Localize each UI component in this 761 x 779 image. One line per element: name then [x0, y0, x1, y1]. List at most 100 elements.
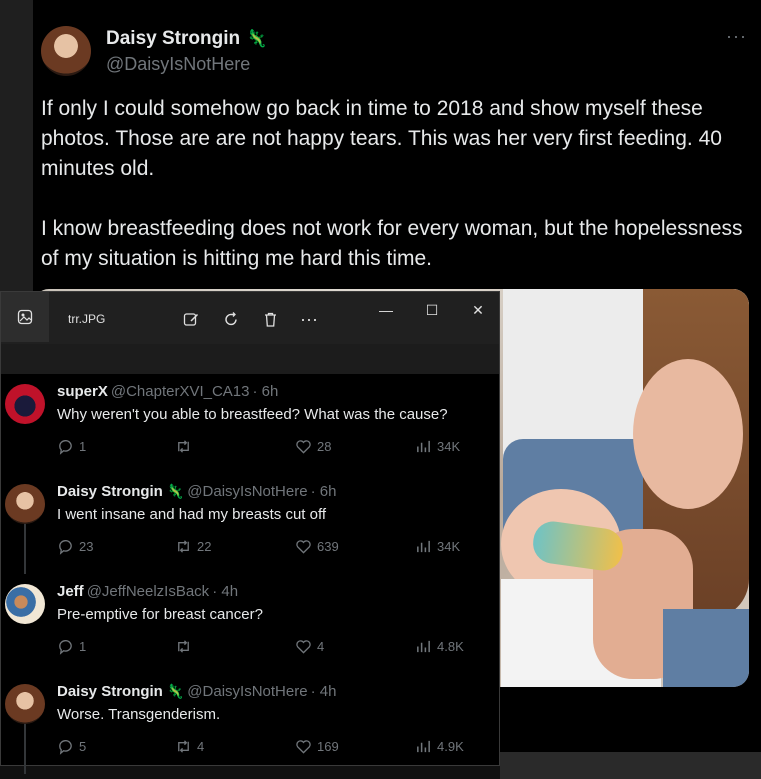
- reply-author-handle[interactable]: @DaisyIsNotHere: [187, 683, 307, 700]
- reply-button[interactable]: 5: [57, 738, 86, 755]
- maximize-button[interactable]: ☐: [417, 300, 447, 320]
- action-count: 4: [197, 739, 205, 754]
- photos-app-icon[interactable]: [1, 292, 49, 342]
- file-name: trr.JPG: [68, 312, 106, 326]
- reply-author-handle[interactable]: @DaisyIsNotHere: [187, 483, 307, 500]
- action-count: 34K: [437, 439, 461, 454]
- reply-text: Why weren't you able to breastfeed? What…: [57, 406, 448, 423]
- reply-icon: [57, 638, 74, 655]
- repost-button[interactable]: 22: [175, 538, 211, 555]
- reply-button[interactable]: 23: [57, 538, 93, 555]
- action-count: 1: [79, 439, 87, 454]
- reply-author-name[interactable]: Jeff: [57, 583, 84, 600]
- photo-face: [633, 359, 743, 509]
- reply-author-handle[interactable]: @JeffNeelzIsBack: [87, 583, 210, 600]
- reply-timestamp[interactable]: · 6h: [311, 483, 337, 500]
- like-button[interactable]: 4: [295, 638, 324, 655]
- lizard-icon: 🦎: [246, 29, 268, 48]
- reply-item[interactable]: Daisy Strongin 🦎 @DaisyIsNotHere · 6h I went…: [1, 474, 499, 574]
- more-options-icon[interactable]: ···: [299, 309, 319, 329]
- views-button[interactable]: 4.8K: [415, 638, 464, 655]
- action-count: 22: [197, 539, 212, 554]
- reply-button[interactable]: 1: [57, 638, 86, 655]
- reply-button[interactable]: 1: [57, 438, 86, 455]
- lizard-icon: 🦎: [166, 483, 185, 499]
- action-count: 23: [79, 539, 94, 554]
- reply-header: Daisy Strongin 🦎 @DaisyIsNotHere · 4h: [57, 683, 336, 700]
- tweet-paragraph: If only I could somehow go back in time …: [41, 97, 722, 180]
- avatar[interactable]: [41, 26, 91, 76]
- views-icon: [415, 738, 432, 755]
- repost-button[interactable]: 4: [175, 738, 204, 755]
- action-count: 4.8K: [437, 639, 464, 654]
- close-button[interactable]: ✕: [463, 300, 493, 320]
- views-button[interactable]: 34K: [415, 538, 460, 555]
- reply-author-name[interactable]: Daisy Strongin: [57, 683, 163, 700]
- repost-icon: [175, 538, 192, 555]
- action-count: 639: [317, 539, 339, 554]
- like-button[interactable]: 639: [295, 538, 339, 555]
- reply-actions: 1 4 4.8K: [57, 638, 477, 656]
- reply-item[interactable]: superX @ChapterXVI_CA13 · 6h Why weren't yo…: [1, 374, 499, 474]
- repost-button[interactable]: [175, 638, 197, 655]
- reply-timestamp[interactable]: · 4h: [311, 683, 337, 700]
- viewer-subbar: [1, 344, 499, 374]
- reply-author-handle[interactable]: @ChapterXVI_CA13: [111, 383, 250, 400]
- reply-text: I went insane and had my breasts cut off: [57, 506, 327, 523]
- action-count: 4: [317, 639, 325, 654]
- heart-icon: [295, 638, 312, 655]
- reply-actions: 5 4 169 4.9K: [57, 738, 477, 756]
- delete-icon[interactable]: [260, 309, 280, 329]
- rotate-icon[interactable]: [221, 309, 241, 329]
- action-count: 169: [317, 739, 339, 754]
- heart-icon: [295, 538, 312, 555]
- repost-button[interactable]: [175, 438, 197, 455]
- reply-actions: 23 22 639 34K: [57, 538, 477, 556]
- reply-icon: [57, 738, 74, 755]
- views-icon: [415, 538, 432, 555]
- repost-icon: [175, 438, 192, 455]
- reply-author-name[interactable]: Daisy Strongin: [57, 483, 163, 500]
- minimize-button[interactable]: —: [371, 300, 401, 320]
- reply-item[interactable]: Jeff @JeffNeelzIsBack · 4h Pre-emptive for …: [1, 574, 499, 674]
- action-count: 28: [317, 439, 332, 454]
- views-button[interactable]: 34K: [415, 438, 460, 455]
- reply-author-name[interactable]: superX: [57, 383, 108, 400]
- views-icon: [415, 438, 432, 455]
- avatar[interactable]: [5, 484, 45, 524]
- like-button[interactable]: 28: [295, 438, 331, 455]
- tweet-text: If only I could somehow go back in time …: [41, 94, 753, 304]
- views-icon: [415, 638, 432, 655]
- reply-timestamp[interactable]: · 6h: [253, 383, 279, 400]
- avatar[interactable]: [5, 384, 45, 424]
- action-count: 1: [79, 639, 87, 654]
- tweet-author-name[interactable]: Daisy Strongin 🦎: [106, 28, 267, 50]
- reply-text: Pre-emptive for breast cancer?: [57, 606, 263, 623]
- image-viewer-window: trr.JPG ··· — ☐ ✕ superX @ChapterXVI_CA13…: [0, 291, 500, 774]
- more-options-icon[interactable]: ···: [726, 26, 747, 47]
- like-button[interactable]: 169: [295, 738, 339, 755]
- reply-header: Jeff @JeffNeelzIsBack · 4h: [57, 583, 238, 600]
- reply-icon: [57, 538, 74, 555]
- edit-image-icon[interactable]: [181, 309, 201, 329]
- tweet-paragraph: I know breastfeeding does not work for e…: [41, 217, 743, 270]
- lizard-icon: 🦎: [166, 683, 185, 699]
- tweet-author-name-text[interactable]: Daisy Strongin: [106, 28, 240, 49]
- avatar[interactable]: [5, 584, 45, 624]
- title-bar: trr.JPG ··· — ☐ ✕: [1, 292, 499, 344]
- views-button[interactable]: 4.9K: [415, 738, 464, 755]
- photo-arm: [663, 609, 749, 687]
- reply-text: Worse. Transgenderism.: [57, 706, 221, 723]
- reply-header: superX @ChapterXVI_CA13 · 6h: [57, 383, 278, 400]
- avatar[interactable]: [5, 684, 45, 724]
- repost-icon: [175, 738, 192, 755]
- reply-timestamp[interactable]: · 4h: [212, 583, 238, 600]
- repost-icon: [175, 638, 192, 655]
- tweet-author-handle[interactable]: @DaisyIsNotHere: [106, 54, 250, 75]
- reply-header: Daisy Strongin 🦎 @DaisyIsNotHere · 6h: [57, 483, 336, 500]
- bottom-band-strip: [500, 752, 761, 779]
- reply-actions: 1 28 34K: [57, 438, 477, 456]
- action-count: 4.9K: [437, 739, 464, 754]
- reply-item[interactable]: Daisy Strongin 🦎 @DaisyIsNotHere · 4h Worse.…: [1, 674, 499, 774]
- action-count: 5: [79, 739, 87, 754]
